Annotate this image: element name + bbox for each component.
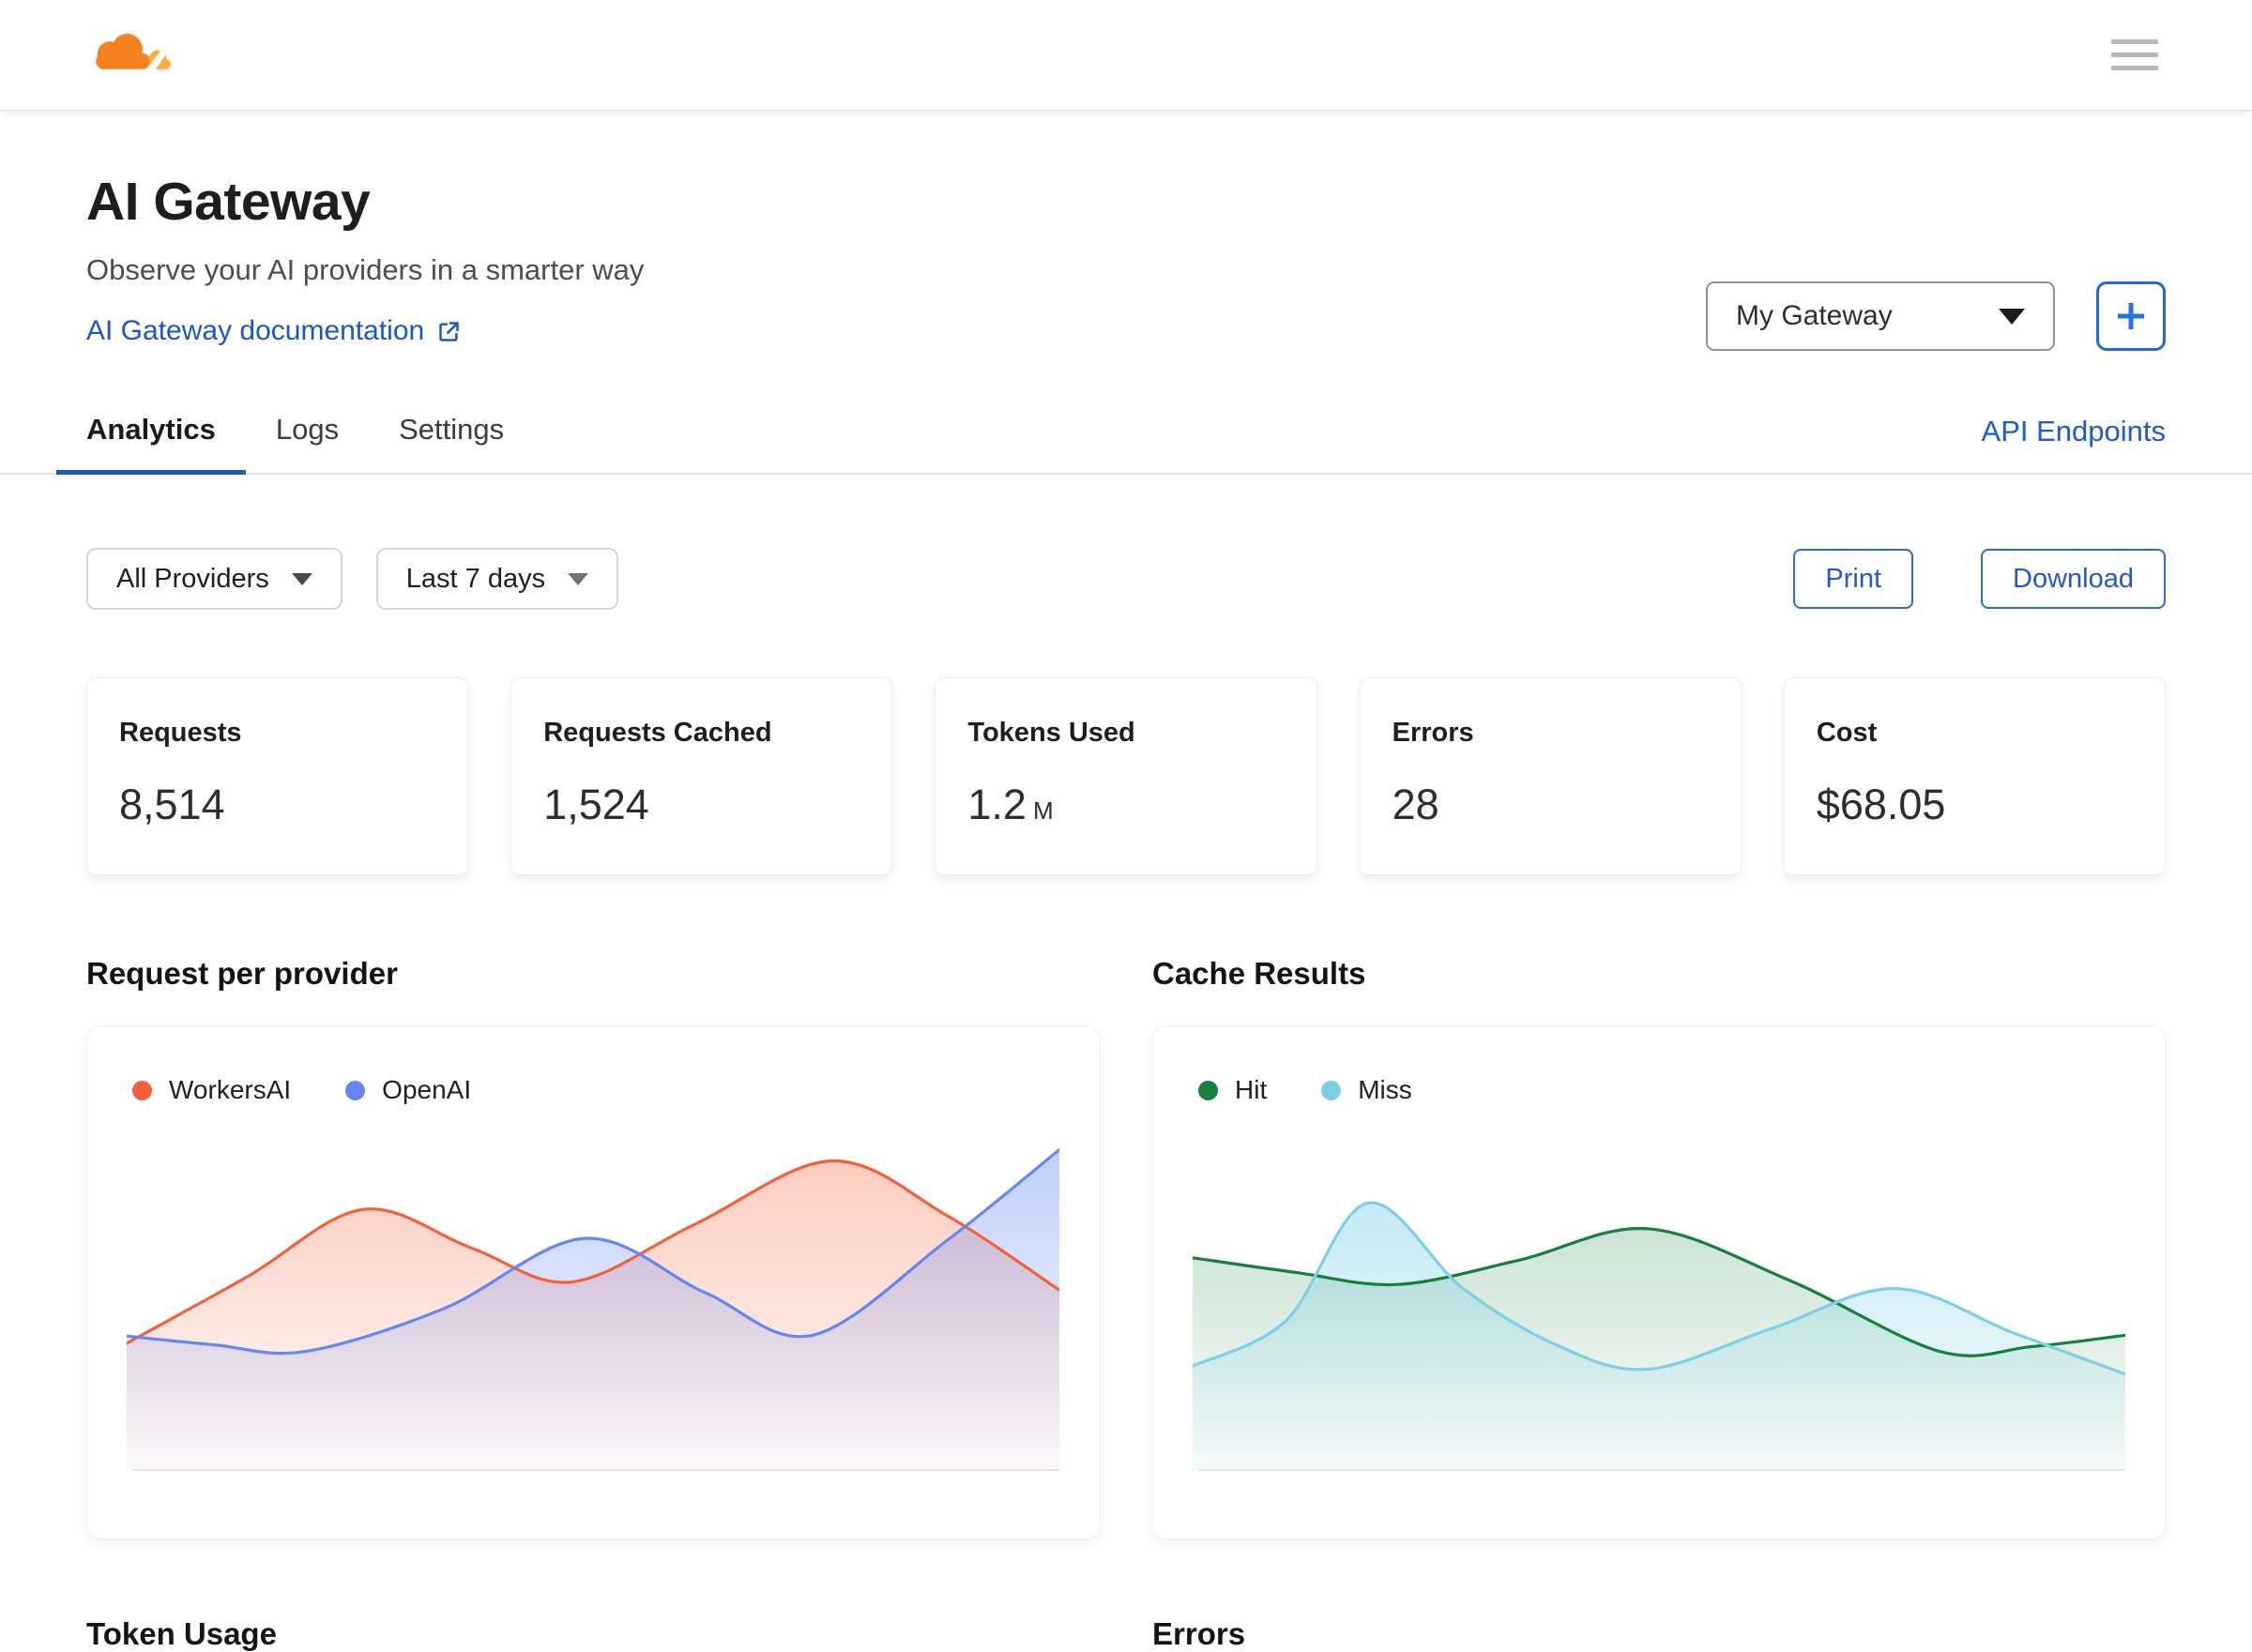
provider-filter-dropdown[interactable]: All Providers	[86, 548, 342, 610]
area-chart-svg	[127, 1135, 1059, 1482]
legend-label: Miss	[1358, 1075, 1412, 1104]
stat-card-errors: Errors 28	[1359, 677, 1742, 875]
date-range-filter-value: Last 7 days	[405, 563, 546, 594]
stat-value-number: 8,514	[119, 781, 225, 828]
request-per-provider-chart-card: WorkersAI OpenAI	[86, 1025, 1100, 1539]
download-button[interactable]: Download	[1981, 549, 2166, 609]
page-subtitle: Observe your AI providers in a smarter w…	[86, 253, 645, 286]
legend-item: OpenAI	[345, 1075, 471, 1105]
section-title-cache-results: Cache Results	[1152, 956, 1366, 991]
stat-card-tokens-used: Tokens Used 1.2 M	[935, 677, 1317, 875]
legend-dot-icon	[1198, 1080, 1218, 1100]
cache-results-section: Cache Results Hit Miss	[1152, 956, 2166, 1539]
legend-dot-icon	[345, 1080, 366, 1100]
legend-label: WorkersAI	[169, 1075, 292, 1104]
stat-card-requests: Requests 8,514	[86, 677, 469, 875]
area-chart-svg	[1193, 1135, 2125, 1482]
stat-value-number: 1,524	[543, 781, 649, 828]
tab-analytics[interactable]: Analytics	[56, 398, 246, 475]
doc-link[interactable]: AI Gateway documentation	[86, 315, 462, 347]
chart-legend: WorkersAI OpenAI	[132, 1075, 1059, 1105]
print-button[interactable]: Print	[1793, 549, 1914, 609]
add-gateway-button[interactable]	[2096, 281, 2166, 351]
caret-down-icon	[291, 572, 312, 585]
section-title-token-usage: Token Usage	[86, 1616, 277, 1651]
legend-item: WorkersAI	[132, 1075, 291, 1105]
stat-card-requests-cached: Requests Cached 1,524	[510, 677, 893, 875]
hamburger-menu-icon[interactable]	[2111, 39, 2158, 70]
date-range-filter-dropdown[interactable]: Last 7 days	[375, 548, 619, 610]
provider-filter-value: All Providers	[116, 563, 269, 594]
main-content: AI Gateway Observe your AI providers in …	[0, 171, 2252, 1652]
stat-label: Tokens Used	[967, 718, 1135, 748]
tab-settings[interactable]: Settings	[369, 398, 534, 473]
stat-value: 28	[1392, 781, 1709, 829]
stat-label: Requests Cached	[543, 718, 772, 748]
page-header-left: AI Gateway Observe your AI providers in …	[86, 171, 644, 351]
stat-value: 1.2 M	[967, 781, 1284, 829]
legend-dot-icon	[132, 1080, 152, 1100]
stat-value-suffix: M	[1032, 796, 1054, 825]
stat-value-number: $68.05	[1816, 781, 1946, 828]
stat-value-number: 1.2	[967, 781, 1027, 828]
stat-value: $68.05	[1817, 781, 2133, 829]
topbar	[0, 0, 2252, 111]
legend-label: OpenAI	[382, 1075, 472, 1104]
filters-row: All Providers Last 7 days Print Download	[86, 548, 2166, 610]
bottom-sections-row: Token Usage Errors	[86, 1616, 2166, 1652]
stat-label: Cost	[1816, 718, 1878, 748]
tabs-bar: Analytics Logs Settings API Endpoints	[0, 398, 2252, 475]
legend-item: Hit	[1198, 1075, 1267, 1105]
gateway-select-value: My Gateway	[1736, 300, 1893, 331]
gateway-select[interactable]: My Gateway	[1706, 281, 2055, 351]
stats-row: Requests 8,514 Requests Cached 1,524 Tok…	[86, 677, 2167, 875]
legend-item: Miss	[1321, 1075, 1412, 1105]
legend-dot-icon	[1321, 1080, 1342, 1100]
stat-value: 8,514	[119, 781, 435, 829]
page-header: AI Gateway Observe your AI providers in …	[86, 171, 2166, 351]
section-title-request-per-provider: Request per provider	[86, 956, 398, 991]
page-title: AI Gateway	[86, 172, 371, 232]
cloudflare-logo-icon[interactable]	[86, 28, 176, 82]
section-title-errors: Errors	[1152, 1616, 1246, 1651]
page-header-right: My Gateway	[1706, 281, 2166, 351]
stat-value-number: 28	[1392, 781, 1439, 828]
caret-down-icon	[1999, 308, 2025, 325]
stat-label: Requests	[119, 718, 242, 748]
stat-card-cost: Cost $68.05	[1783, 677, 2167, 875]
cache-results-chart-card: Hit Miss	[1152, 1025, 2166, 1539]
chart-legend: Hit Miss	[1198, 1075, 2125, 1105]
request-per-provider-section: Request per provider WorkersAI OpenAI	[86, 956, 1100, 1539]
caret-down-icon	[568, 572, 589, 585]
plus-icon	[2118, 303, 2144, 329]
external-link-icon	[436, 319, 462, 344]
charts-row: Request per provider WorkersAI OpenAI Cac…	[86, 956, 2166, 1539]
api-endpoints-link[interactable]: API Endpoints	[1982, 415, 2166, 473]
doc-link-label: AI Gateway documentation	[86, 315, 425, 346]
stat-label: Errors	[1392, 718, 1474, 748]
tab-logs[interactable]: Logs	[246, 398, 369, 473]
stat-value: 1,524	[543, 781, 860, 829]
legend-label: Hit	[1235, 1075, 1268, 1104]
